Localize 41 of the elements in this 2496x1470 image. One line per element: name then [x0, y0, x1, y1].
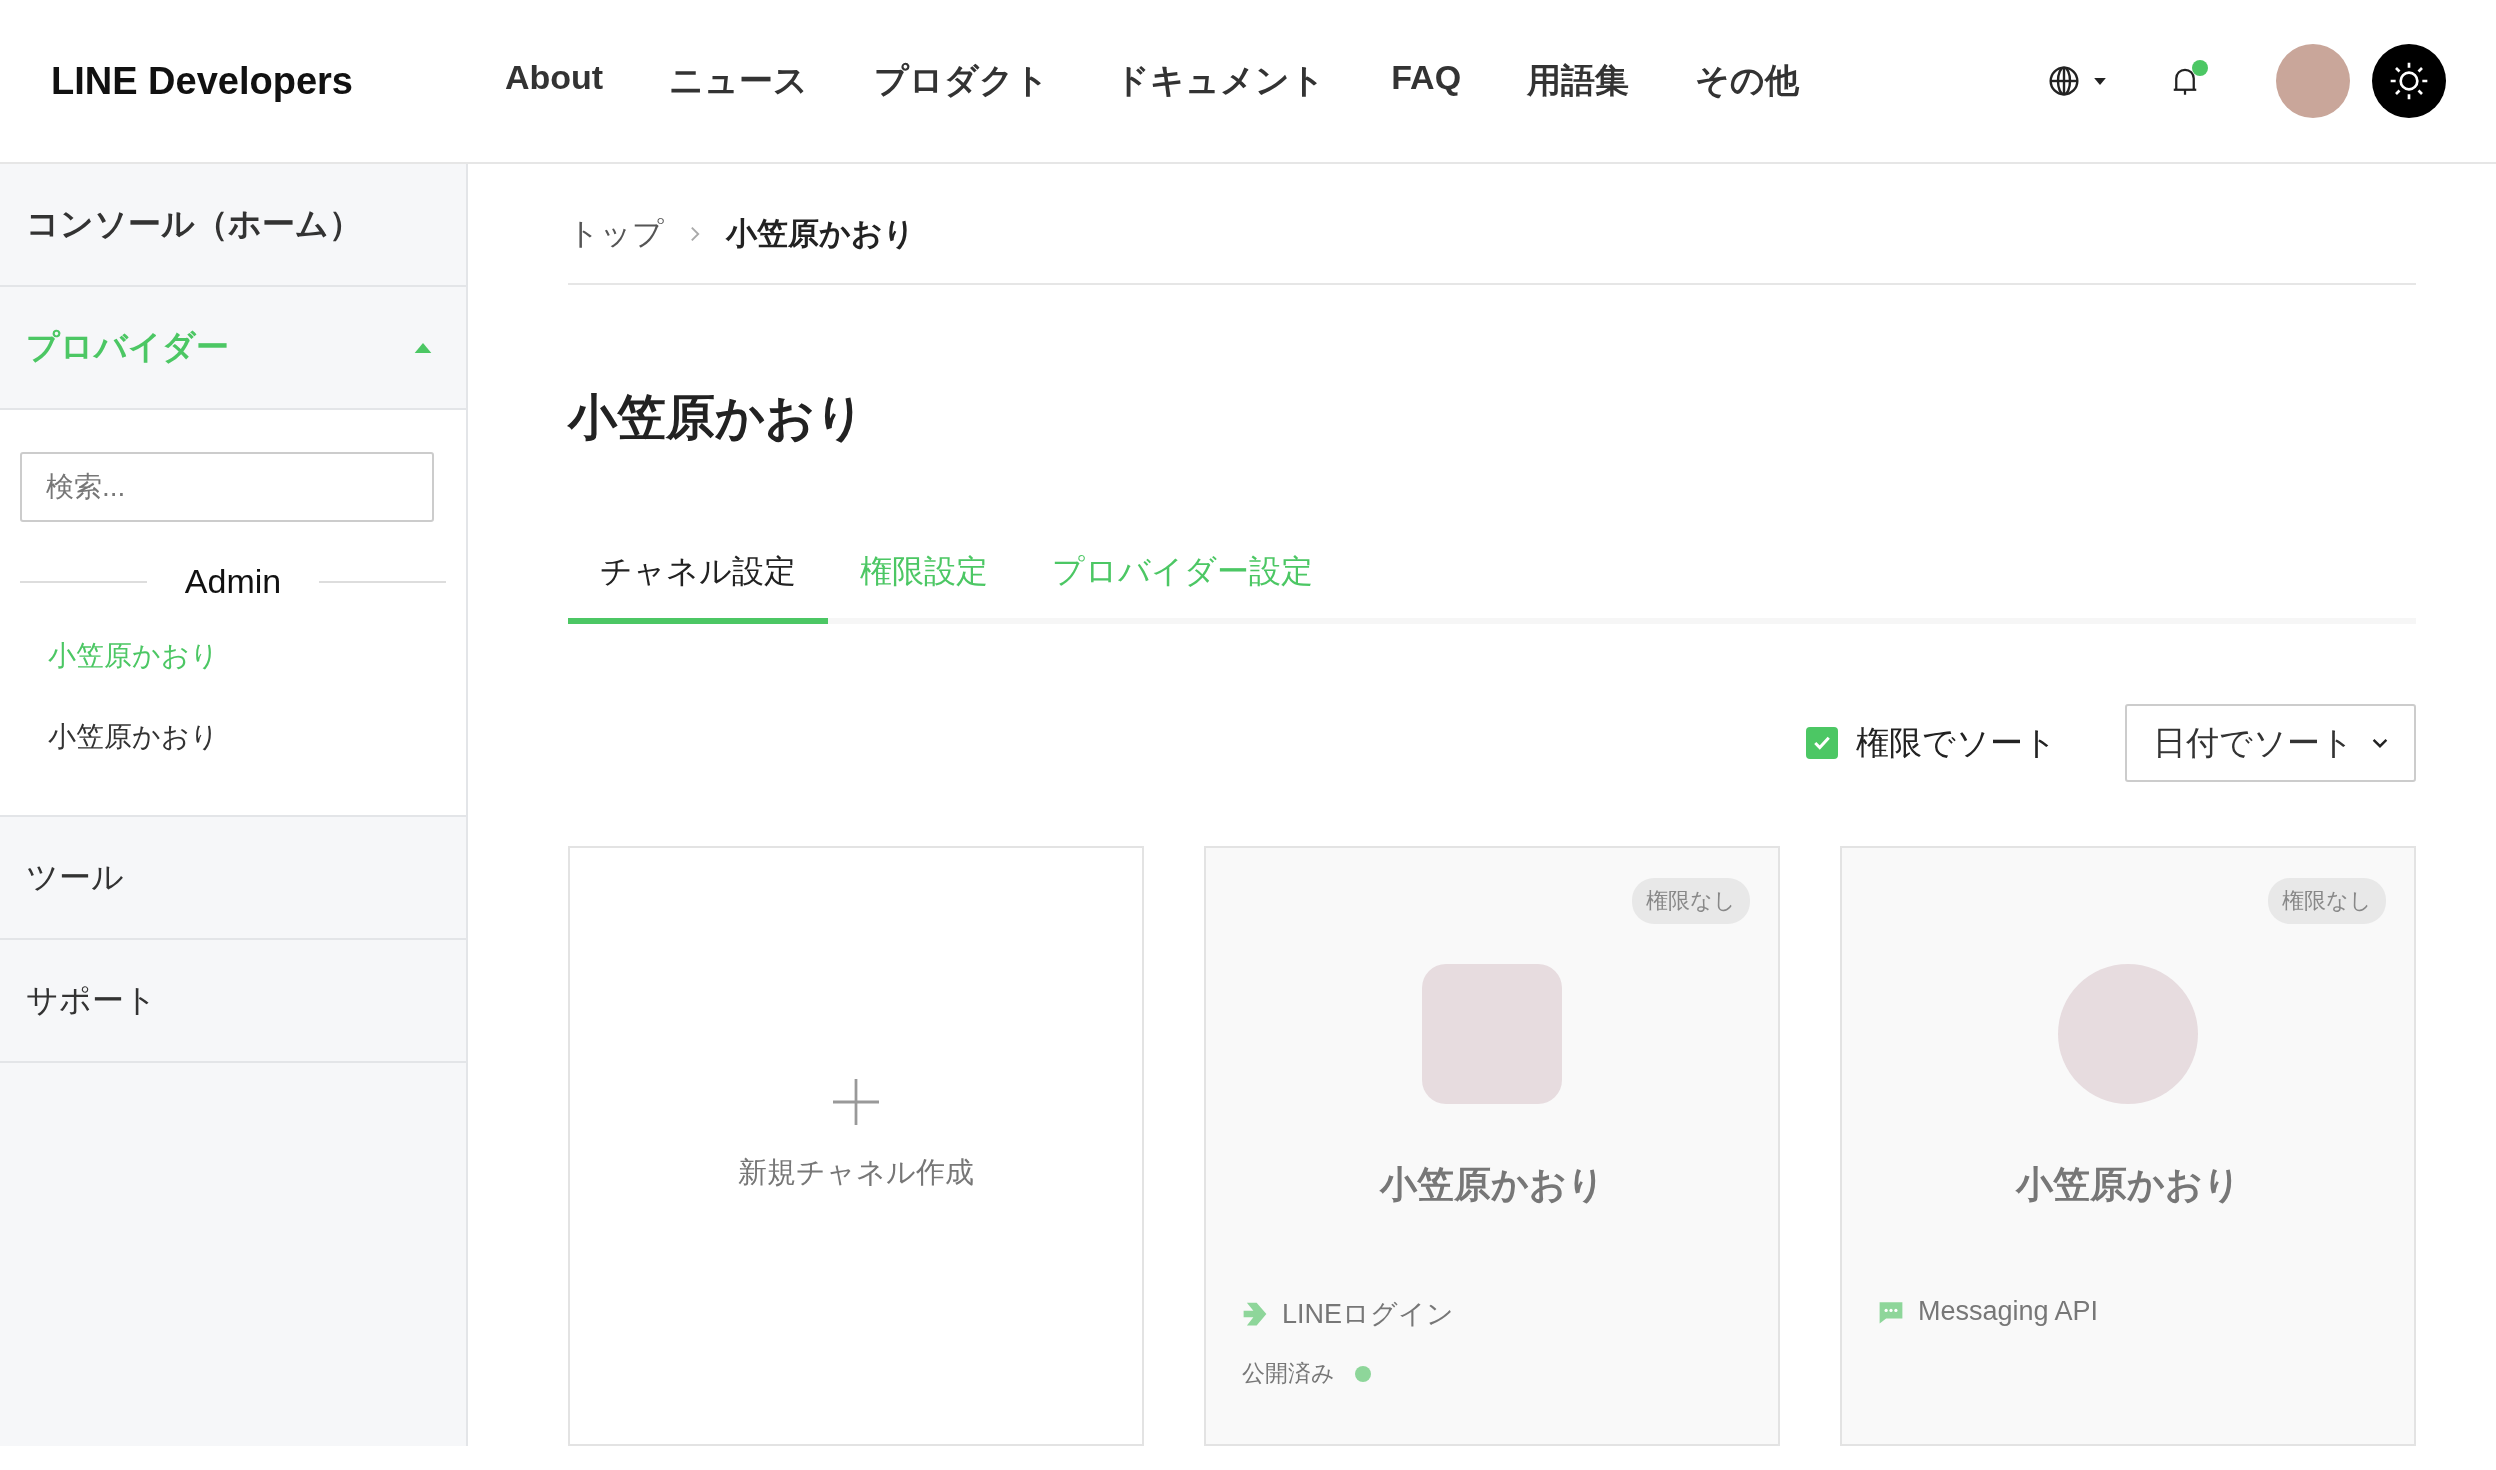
arrow-right-icon — [1242, 1301, 1268, 1327]
globe-icon[interactable] — [2048, 65, 2080, 97]
channel-card[interactable]: 権限なし 小笠原かおり LINEログイン 公開済み — [1204, 846, 1780, 1446]
channel-name: 小笠原かおり — [2015, 1163, 2241, 1207]
group-label: Admin — [183, 562, 283, 601]
chevron-right-icon — [690, 225, 700, 242]
sidebar-section-label: プロバイダー — [26, 327, 229, 367]
nav-link[interactable]: FAQ — [1391, 58, 1462, 104]
provider-link[interactable]: 小笠原かおり — [20, 712, 446, 793]
nav-link[interactable]: About — [505, 58, 604, 104]
page-title: 小笠原かおり — [568, 389, 866, 446]
sidebar-item[interactable]: ツール — [0, 817, 466, 940]
nav-link[interactable]: その他 — [1695, 58, 1800, 104]
caret-icon[interactable] — [2094, 77, 2106, 85]
nav-link[interactable]: ドキュメント — [1115, 58, 1326, 104]
nav-link[interactable]: ニュース — [669, 58, 809, 104]
new-channel-label: 新規チャネル作成 — [738, 1155, 974, 1190]
tab[interactable]: チャネル設定 — [568, 550, 828, 624]
status-label: 公開済み — [1242, 1359, 1335, 1388]
plus-icon — [833, 1079, 879, 1125]
nav-link[interactable]: 用語集 — [1527, 58, 1630, 104]
permission-badge: 権限なし — [2268, 878, 2386, 924]
channel-card[interactable]: 権限なし 小笠原かおり Messaging API — [1840, 846, 2416, 1446]
sun-icon — [2389, 61, 2429, 101]
breadcrumb-current: 小笠原かおり — [726, 214, 915, 253]
permission-badge: 権限なし — [1632, 878, 1750, 924]
checkbox-label: 権限でソート — [1856, 722, 2057, 763]
logo-link[interactable]: LINE Developers — [51, 59, 505, 103]
channel-type: LINEログイン — [1282, 1298, 1455, 1331]
sidebar-item[interactable]: サポート — [0, 940, 466, 1063]
sort-dropdown[interactable]: 日付でソート — [2125, 704, 2416, 782]
sidebar-item[interactable]: コンソール（ホーム） — [0, 164, 466, 287]
chevron-down-icon — [2372, 738, 2388, 748]
channel-name: 小笠原かおり — [1379, 1163, 1605, 1207]
new-channel-card[interactable]: 新規チャネル作成 — [568, 846, 1144, 1446]
search-field[interactable]: 検索... — [20, 452, 434, 522]
channel-type: Messaging API — [1918, 1296, 2099, 1327]
check-icon — [1813, 735, 1831, 751]
nav-link[interactable]: プロダクト — [874, 58, 1050, 104]
breadcrumb-link[interactable]: トップ — [568, 212, 664, 255]
checkbox[interactable] — [1806, 727, 1838, 759]
